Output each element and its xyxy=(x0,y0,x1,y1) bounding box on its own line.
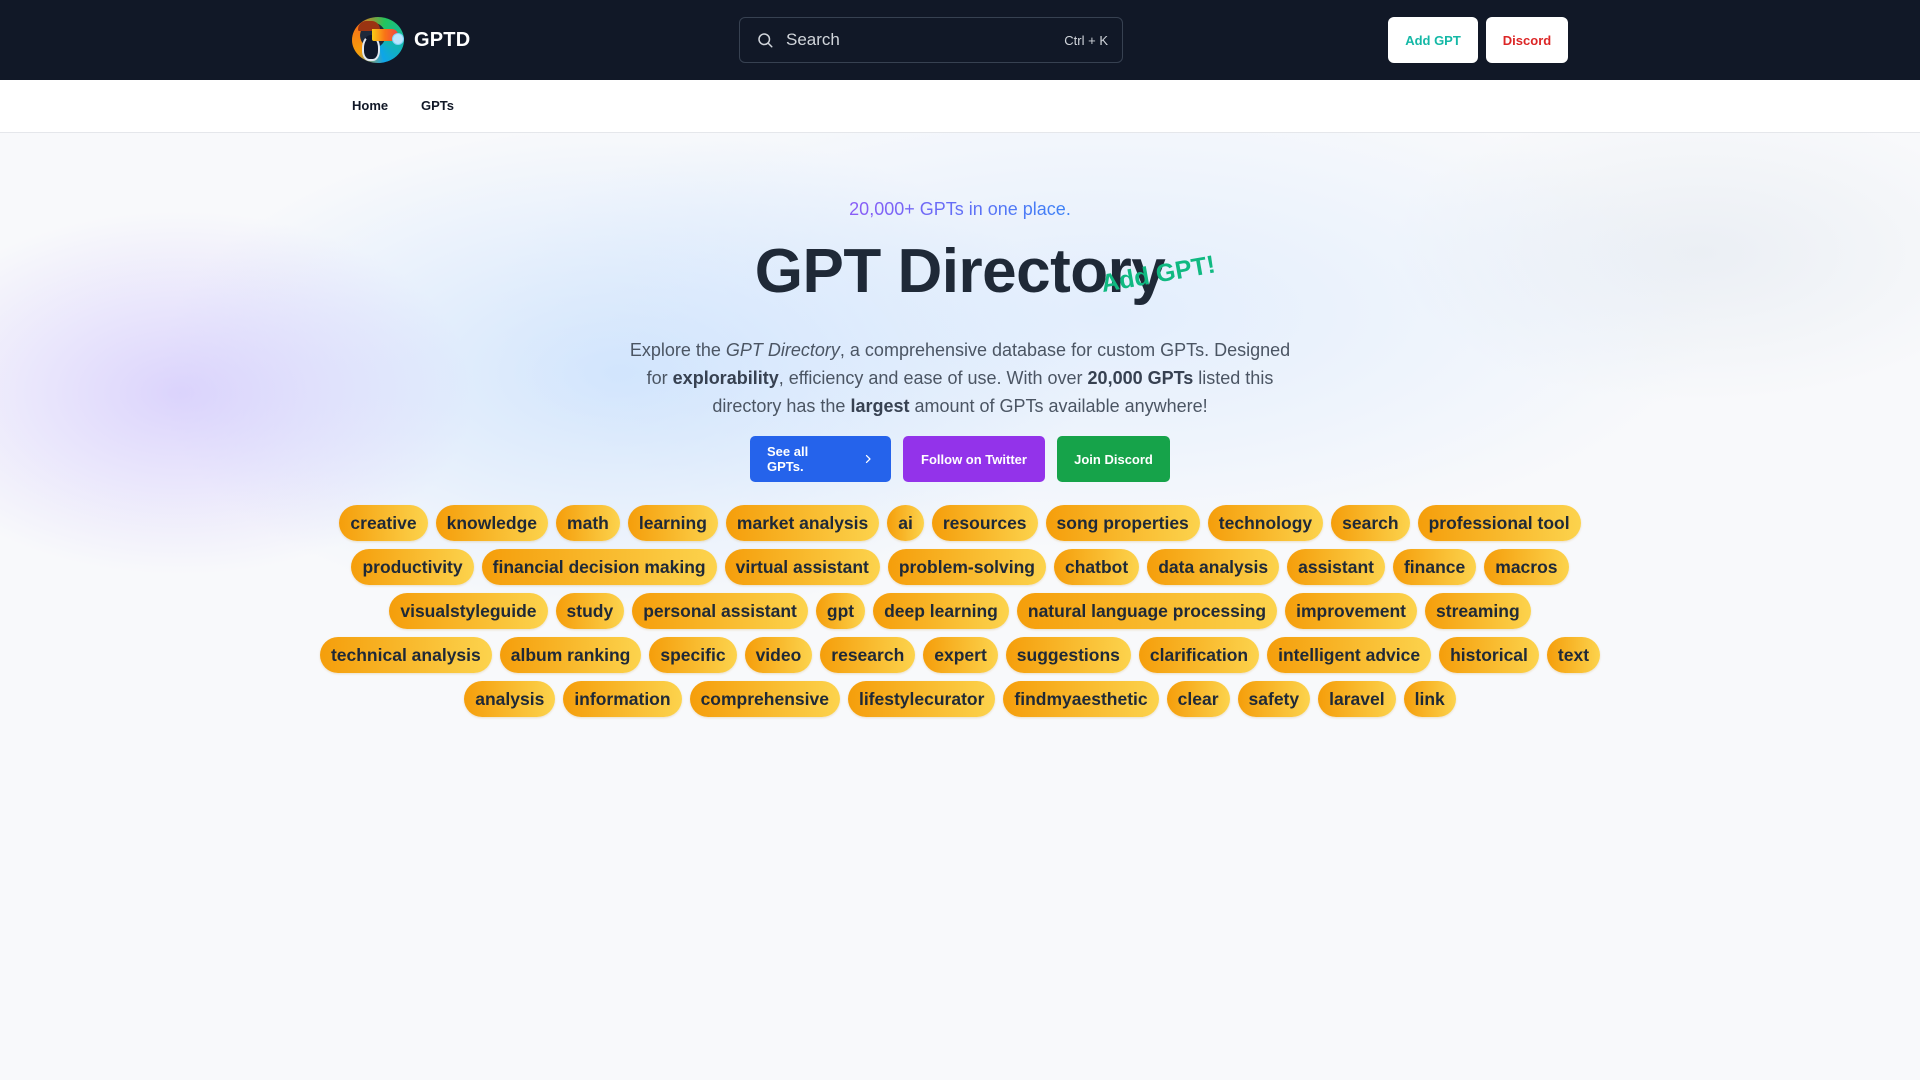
tag-chip[interactable]: clarification xyxy=(1138,637,1260,673)
tag-chip[interactable]: creative xyxy=(339,505,428,541)
tag-chip[interactable]: technology xyxy=(1207,505,1324,541)
tag-chip[interactable]: technical analysis xyxy=(319,637,492,673)
tag-chip[interactable]: math xyxy=(556,505,620,541)
see-all-gpts-button[interactable]: See all GPTs. xyxy=(750,436,891,482)
desc-text: amount of GPTs available anywhere! xyxy=(909,396,1208,416)
tag-chip[interactable]: text xyxy=(1546,637,1601,673)
tag-chip[interactable]: gpt xyxy=(815,593,866,629)
see-all-gpts-label: See all GPTs. xyxy=(767,444,809,474)
tag-chip[interactable]: natural language processing xyxy=(1016,593,1278,629)
tag-chip[interactable]: learning xyxy=(627,505,718,541)
search-shortcut-hint: Ctrl + K xyxy=(1064,32,1108,48)
tag-chip[interactable]: macros xyxy=(1484,549,1569,585)
tag-chip[interactable]: chatbot xyxy=(1053,549,1140,585)
desc-bold: explorability xyxy=(672,368,779,388)
tag-chip[interactable]: search xyxy=(1331,505,1410,541)
tag-chip[interactable]: problem-solving xyxy=(887,549,1046,585)
brand-logo-link[interactable]: GPTD xyxy=(352,16,470,64)
hero-tagline: 20,000+ GPTs in one place. xyxy=(0,199,1920,220)
tag-chip[interactable]: visualstyleguide xyxy=(389,593,548,629)
tag-chip[interactable]: study xyxy=(555,593,625,629)
toucan-logo-icon xyxy=(352,17,404,63)
desc-bold: largest xyxy=(850,396,910,416)
tag-chip[interactable]: safety xyxy=(1237,681,1311,717)
discord-button[interactable]: Discord xyxy=(1486,17,1568,63)
brand-name: GPTD xyxy=(414,28,471,51)
page-title: GPT Directory xyxy=(0,236,1920,307)
search-input[interactable]: Search Ctrl + K xyxy=(739,17,1123,63)
tag-chip[interactable]: ai xyxy=(887,505,924,541)
chevron-right-icon xyxy=(865,454,871,464)
tag-chip[interactable]: laravel xyxy=(1318,681,1396,717)
sub-navigation: Home GPTs xyxy=(0,80,1920,133)
tag-chip[interactable]: album ranking xyxy=(499,637,642,673)
tag-chip[interactable]: expert xyxy=(923,637,998,673)
join-discord-button[interactable]: Join Discord xyxy=(1057,436,1170,482)
desc-italic: GPT Directory xyxy=(725,340,840,360)
cta-button-row: See all GPTs. Follow on Twitter Join Dis… xyxy=(0,436,1920,482)
tag-chip[interactable]: analysis xyxy=(464,681,556,717)
tag-chip[interactable]: resources xyxy=(931,505,1038,541)
tag-chip[interactable]: financial decision making xyxy=(481,549,717,585)
tag-chip[interactable]: knowledge xyxy=(435,505,549,541)
tag-chip[interactable]: video xyxy=(744,637,813,673)
follow-twitter-button[interactable]: Follow on Twitter xyxy=(903,436,1045,482)
add-gpt-button[interactable]: Add GPT xyxy=(1388,17,1478,63)
desc-bold: 20,000 GPTs xyxy=(1087,368,1194,388)
tag-chip[interactable]: data analysis xyxy=(1147,549,1280,585)
tag-chip[interactable]: personal assistant xyxy=(632,593,808,629)
tag-chip[interactable]: link xyxy=(1403,681,1456,717)
search-placeholder: Search xyxy=(786,30,840,49)
tag-chip[interactable]: findmyaesthetic xyxy=(1003,681,1159,717)
tag-chip[interactable]: suggestions xyxy=(1005,637,1131,673)
top-header: GPTD Search Ctrl + K Add GPT Discord xyxy=(0,0,1920,80)
tag-chip[interactable]: lifestylecurator xyxy=(847,681,996,717)
desc-text: Explore the xyxy=(629,340,726,360)
tag-chip[interactable]: streaming xyxy=(1425,593,1531,629)
tag-chip[interactable]: virtual assistant xyxy=(724,549,880,585)
tag-chip[interactable]: market analysis xyxy=(725,505,880,541)
tag-chip[interactable]: comprehensive xyxy=(689,681,840,717)
hero-description: Explore the GPT Directory, a comprehensi… xyxy=(620,336,1300,420)
tag-chip[interactable]: deep learning xyxy=(873,593,1009,629)
tag-chip[interactable]: research xyxy=(820,637,916,673)
nav-gpts[interactable]: GPTs xyxy=(421,98,454,113)
tag-chip[interactable]: intelligent advice xyxy=(1267,637,1432,673)
tag-chip[interactable]: specific xyxy=(649,637,737,673)
tag-chip[interactable]: information xyxy=(563,681,682,717)
tag-cloud: creative knowledge math learning market anal… xyxy=(310,505,1610,717)
tag-chip[interactable]: productivity xyxy=(351,549,474,585)
tag-chip[interactable]: improvement xyxy=(1285,593,1418,629)
tag-chip[interactable]: historical xyxy=(1439,637,1539,673)
tag-chip[interactable]: song properties xyxy=(1045,505,1200,541)
tag-chip[interactable]: professional tool xyxy=(1417,505,1581,541)
search-icon xyxy=(758,33,773,48)
hero-tagline-text: 20,000+ GPTs in one place. xyxy=(849,199,1071,219)
tag-chip[interactable]: assistant xyxy=(1287,549,1385,585)
tag-chip[interactable]: finance xyxy=(1392,549,1477,585)
desc-text: , efficiency and ease of use. With over xyxy=(778,368,1088,388)
tag-chip[interactable]: clear xyxy=(1166,681,1230,717)
nav-home[interactable]: Home xyxy=(352,98,388,113)
